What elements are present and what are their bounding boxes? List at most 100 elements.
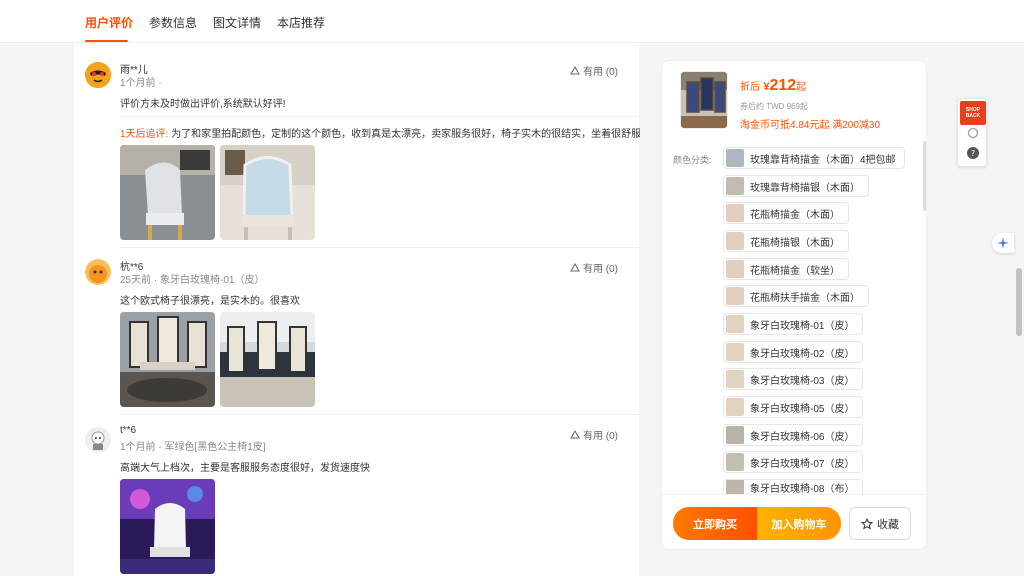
option-label: 象牙白玫瑰椅-08（布） [750, 484, 855, 495]
price-converted: 券后约 TWD 969起 [740, 102, 809, 111]
floating-toolbar: SHOP BACK ? [957, 98, 987, 167]
color-label: 颜色分类: [673, 155, 712, 165]
review-meta: 25天前 · 象牙白玫瑰椅-01（皮） [120, 275, 265, 286]
color-option[interactable]: 象牙白玫瑰椅-06（皮） [723, 424, 864, 446]
favorite-label: 收藏 [877, 518, 899, 531]
divider [120, 247, 639, 248]
review-item: 杭**6 25天前 · 象牙白玫瑰椅-01（皮） 有用 (0) 这个欧式椅子很漂… [74, 258, 639, 408]
product-thumbnail[interactable] [680, 71, 728, 129]
review-meta: 1个月前 · [120, 78, 162, 89]
review-text: 这个欧式椅子很漂亮，是实木的。很喜欢 [120, 296, 300, 307]
review-text: 评价方未及时做出评价,系统默认好评! [120, 99, 286, 110]
option-label: 象牙白玫瑰椅-07（皮） [750, 458, 855, 470]
review-meta: 1个月前 · 军绿色[黑色公主椅1皮] [120, 442, 266, 453]
option-image [726, 315, 744, 333]
add-to-cart-button[interactable]: 加入购物车 [757, 507, 841, 540]
useful-label: 有用 (0) [583, 264, 618, 275]
color-option[interactable]: 花瓶椅描银（木面） [723, 230, 849, 252]
option-image [726, 204, 744, 222]
reviews-list: 雨**儿 1个月前 · 有用 (0) 评价方未及时做出评价,系统默认好评! 1天… [74, 43, 640, 576]
option-label: 象牙白玫瑰椅-02（皮） [750, 348, 855, 360]
svg-text:?: ? [971, 149, 975, 158]
followup-review: 1天后追评: 为了和家里拍配颜色，定制的这个颜色，收到真是太漂亮，卖家服务很好，… [120, 125, 640, 140]
useful-button[interactable]: 有用 (0) [570, 63, 618, 78]
price-suffix: 起 [796, 82, 807, 93]
coupon-info[interactable]: 淘金币可抵4.84元起 满200减30 [740, 116, 880, 131]
color-option[interactable]: 象牙白玫瑰椅-08（布） [723, 479, 864, 495]
color-option[interactable]: 花瓶椅扶手描金（木面） [723, 285, 869, 307]
buy-now-button[interactable]: 立即购买 [673, 507, 757, 540]
tab-params[interactable]: 参数信息 [149, 14, 197, 31]
avatar[interactable] [85, 427, 111, 453]
review-photo[interactable] [120, 479, 215, 574]
option-image [726, 149, 744, 167]
option-image [726, 260, 744, 278]
divider [120, 414, 639, 415]
color-option[interactable]: 玫瑰靠背椅描金（木面）4把包邮 [723, 147, 905, 169]
divider [120, 116, 639, 117]
purchase-panel: 折后 ¥212起 券后约 TWD 969起 淘金币可抵4.84元起 满200减3… [661, 60, 928, 550]
option-label: 象牙白玫瑰椅-05（皮） [750, 403, 855, 415]
question-icon[interactable]: ? [967, 147, 979, 159]
color-option[interactable]: 象牙白玫瑰椅-01（皮） [723, 313, 864, 335]
option-image [726, 398, 744, 416]
avatar[interactable] [85, 62, 111, 88]
option-image [726, 343, 744, 361]
sparkle-icon [997, 237, 1009, 249]
username: t**6 [120, 425, 137, 436]
option-image [726, 232, 744, 250]
tab-reviews[interactable]: 用户评价 [85, 14, 133, 31]
review-photo[interactable] [220, 145, 315, 240]
tab-shop-recommend[interactable]: 本店推荐 [277, 14, 325, 31]
review-photo[interactable] [120, 312, 215, 407]
option-label: 花瓶椅描金（木面） [750, 209, 840, 221]
review-photo[interactable] [120, 145, 215, 240]
color-option[interactable]: 象牙白玫瑰椅-03（皮） [723, 368, 864, 390]
option-image [726, 453, 744, 471]
thumb-up-icon [570, 262, 580, 271]
option-label: 玫瑰靠背椅描金（木面）4把包邮 [750, 154, 896, 166]
tab-details[interactable]: 图文详情 [213, 14, 261, 31]
color-option[interactable]: 花瓶椅描金（木面） [723, 202, 849, 224]
color-option[interactable]: 玫瑰靠背椅描银（木面） [723, 175, 869, 197]
option-label: 象牙白玫瑰椅-03（皮） [750, 375, 855, 387]
useful-label: 有用 (0) [583, 431, 618, 442]
price-label: 折后 [740, 82, 760, 93]
options-scrollbar[interactable] [923, 141, 926, 211]
avatar[interactable] [85, 259, 111, 285]
color-option[interactable]: 象牙白玫瑰椅-05（皮） [723, 396, 864, 418]
option-label: 花瓶椅扶手描金（木面） [750, 292, 860, 304]
useful-button[interactable]: 有用 (0) [570, 260, 618, 275]
active-tab-indicator [85, 40, 128, 42]
review-item: t**6 1个月前 · 军绿色[黑色公主椅1皮] 有用 (0) 高端大气上档次，… [74, 425, 639, 576]
option-image [726, 480, 744, 495]
thumb-up-icon [570, 65, 580, 74]
option-label: 象牙白玫瑰椅-06（皮） [750, 431, 855, 443]
price-row: 折后 ¥212起 [740, 77, 806, 95]
option-image [726, 287, 744, 305]
followup-tag: 1天后追评: [120, 129, 169, 140]
option-label: 象牙白玫瑰椅-01（皮） [750, 320, 855, 332]
option-label: 花瓶椅描银（木面） [750, 237, 840, 249]
shopback-button[interactable]: SHOP BACK [960, 101, 986, 125]
divider [662, 494, 928, 495]
option-image [726, 426, 744, 444]
price-value: 212 [769, 77, 797, 94]
thumb-up-icon [570, 429, 580, 438]
useful-button[interactable]: 有用 (0) [570, 427, 618, 442]
refresh-icon[interactable] [967, 127, 979, 139]
review-item: 雨**儿 1个月前 · 有用 (0) 评价方未及时做出评价,系统默认好评! 1天… [74, 61, 640, 261]
page-scrollbar[interactable] [1016, 268, 1022, 336]
favorite-button[interactable]: 收藏 [849, 507, 911, 540]
color-option[interactable]: 象牙白玫瑰椅-07（皮） [723, 451, 864, 473]
color-option[interactable]: 花瓶椅描金（软坐） [723, 258, 849, 280]
option-image [726, 370, 744, 388]
color-option[interactable]: 象牙白玫瑰椅-02（皮） [723, 341, 864, 363]
review-photo[interactable] [220, 312, 315, 407]
option-label: 花瓶椅描金（软坐） [750, 265, 840, 277]
option-image [726, 177, 744, 195]
ai-assistant-button[interactable] [992, 233, 1014, 253]
followup-text: 为了和家里拍配颜色，定制的这个颜色，收到真是太漂亮，卖家服务很好，椅子实木的很结… [171, 129, 640, 140]
review-text: 高端大气上档次，主要是客服服务态度很好，发货速度快 [120, 463, 370, 474]
tab-bar: 用户评价 参数信息 图文详情 本店推荐 [0, 0, 1024, 43]
